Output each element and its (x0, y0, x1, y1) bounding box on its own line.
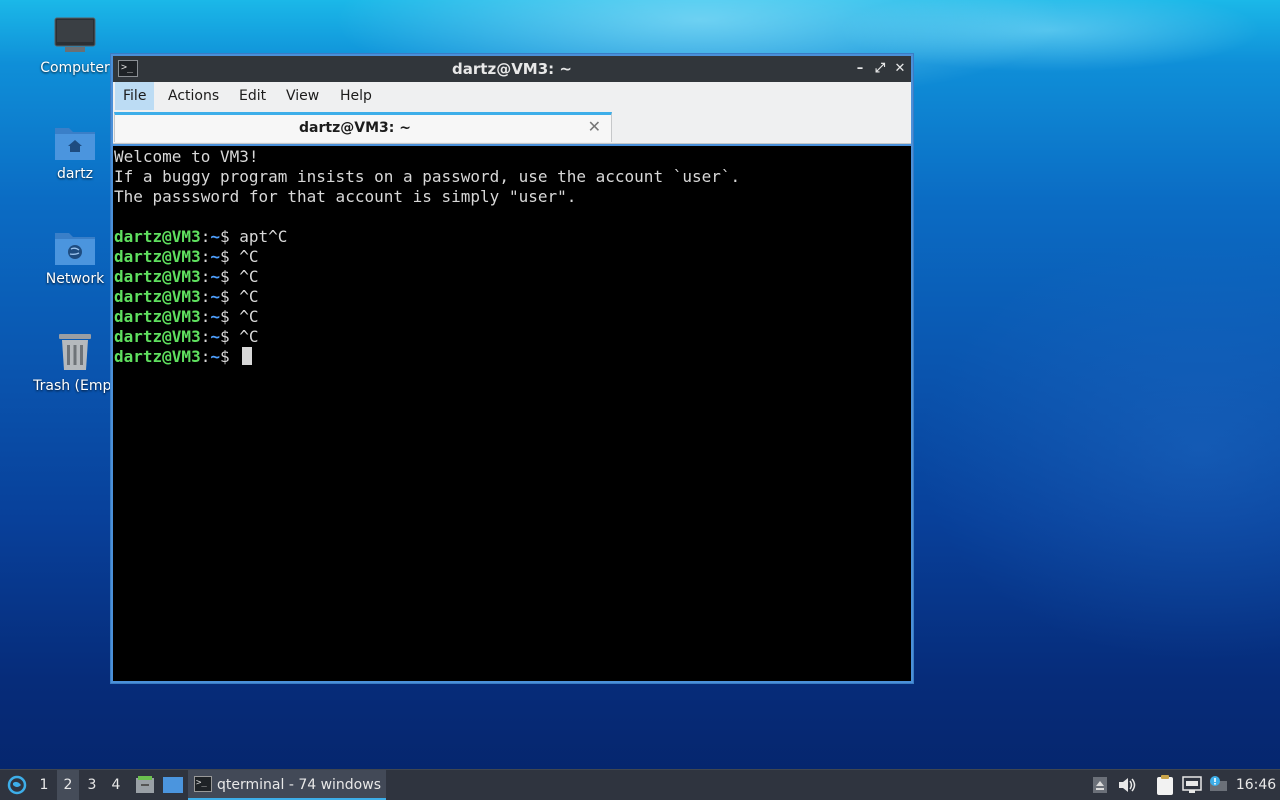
prompt-user: dartz@VM3 (114, 347, 201, 366)
desktop-icon (163, 777, 183, 793)
terminal-prompt-line: dartz@VM3:~$ ^C (114, 247, 911, 267)
window-title: dartz@VM3: ~ (452, 60, 572, 78)
tray-volume-button[interactable] (1116, 770, 1138, 800)
prompt-symbol: $ (219, 287, 240, 306)
prompt-path: ~ (210, 227, 220, 246)
network-folder-icon (55, 233, 95, 265)
menu-edit[interactable]: Edit (231, 82, 274, 110)
prompt-user: dartz@VM3 (114, 227, 201, 246)
taskbar: 1 2 3 4 >_ qterminal - 74 windows 16:46 (0, 769, 1280, 800)
home-folder-icon (55, 128, 95, 160)
menu-bar: File Actions Edit View Help (113, 82, 911, 110)
volume-icon (1119, 778, 1136, 792)
workspace-1[interactable]: 1 (33, 770, 55, 800)
prompt-user: dartz@VM3 (114, 307, 201, 326)
clock[interactable]: 16:46 (1234, 770, 1278, 800)
prompt-separator: : (200, 287, 211, 306)
window-titlebar[interactable]: >_ dartz@VM3: ~ – ⤢ ✕ (113, 56, 911, 82)
terminal-cursor (242, 347, 253, 365)
trash-icon (59, 334, 91, 370)
eject-icon (1093, 777, 1107, 793)
tab-close-icon[interactable]: ✕ (588, 117, 601, 136)
prompt-path: ~ (210, 247, 220, 266)
terminal-prompt-line: dartz@VM3:~$ apt^C (114, 227, 911, 247)
file-manager-launcher[interactable] (133, 770, 157, 800)
maximize-button[interactable]: ⤢ (871, 60, 889, 78)
prompt-symbol: $ (219, 247, 240, 266)
menu-actions[interactable]: Actions (160, 82, 227, 110)
update-notification-icon (1210, 776, 1227, 791)
terminal-line: The passsword for that account is simply… (114, 187, 577, 206)
terminal-prompt-line: dartz@VM3:~$ ^C (114, 287, 911, 307)
tray-notification-button[interactable] (1207, 770, 1229, 800)
prompt-separator: : (200, 227, 211, 246)
network-icon (1182, 776, 1202, 793)
prompt-separator: : (200, 347, 211, 366)
file-manager-icon (136, 776, 154, 793)
menu-view[interactable]: View (278, 82, 327, 110)
start-menu-button[interactable] (4, 770, 30, 800)
prompt-symbol: $ (219, 227, 240, 246)
taskbar-task-qterminal[interactable]: >_ qterminal - 74 windows (188, 770, 386, 800)
prompt-path: ~ (210, 307, 220, 326)
prompt-symbol: $ (219, 267, 240, 286)
prompt-separator: : (200, 307, 211, 326)
prompt-symbol: $ (219, 327, 240, 346)
workspace-3[interactable]: 3 (81, 770, 103, 800)
prompt-symbol: $ (219, 347, 240, 366)
workspace-2[interactable]: 2 (57, 770, 79, 800)
workspace-4[interactable]: 4 (105, 770, 127, 800)
prompt-user: dartz@VM3 (114, 247, 201, 266)
lxqt-logo-icon (7, 775, 27, 795)
terminal-prompt-line: dartz@VM3:~$ ^C (114, 267, 911, 287)
terminal-icon: >_ (194, 776, 212, 792)
prompt-path: ~ (210, 267, 220, 286)
tab-title: dartz@VM3: ~ (299, 120, 411, 136)
prompt-user: dartz@VM3 (114, 267, 201, 286)
terminal-prompt-line: dartz@VM3:~$ ^C (114, 327, 911, 347)
terminal-prompt-line: dartz@VM3:~$ ^C (114, 307, 911, 327)
prompt-path: ~ (210, 327, 220, 346)
task-label: qterminal - 74 windows (217, 777, 381, 793)
command-text: apt^C (239, 227, 288, 246)
tray-clipboard-button[interactable] (1154, 770, 1176, 800)
prompt-separator: : (200, 267, 211, 286)
tray-eject-button[interactable] (1090, 770, 1110, 800)
minimize-button[interactable]: – (851, 60, 869, 78)
clipboard-icon (1157, 775, 1173, 795)
command-text: ^C (239, 287, 259, 306)
command-text: ^C (239, 247, 259, 266)
computer-icon (54, 17, 96, 52)
tab-terminal[interactable]: dartz@VM3: ~ ✕ (114, 112, 612, 142)
prompt-path: ~ (210, 347, 220, 366)
terminal-line: Welcome to VM3! (114, 147, 259, 166)
tray-network-button[interactable] (1181, 770, 1203, 800)
terminal-output[interactable]: Welcome to VM3! If a buggy program insis… (113, 146, 911, 681)
prompt-symbol: $ (219, 307, 240, 326)
terminal-window: >_ dartz@VM3: ~ – ⤢ ✕ File Actions Edit … (110, 53, 914, 684)
menu-help[interactable]: Help (332, 82, 380, 110)
tab-bar: dartz@VM3: ~ ✕ (113, 110, 911, 144)
prompt-separator: : (200, 247, 211, 266)
command-text: ^C (239, 267, 259, 286)
command-text: ^C (239, 327, 259, 346)
prompt-user: dartz@VM3 (114, 287, 201, 306)
prompt-user: dartz@VM3 (114, 327, 201, 346)
terminal-prompt-line: dartz@VM3:~$ (114, 347, 911, 367)
command-text: ^C (239, 307, 259, 326)
prompt-separator: : (200, 327, 211, 346)
close-button[interactable]: ✕ (891, 60, 909, 78)
terminal-line: If a buggy program insists on a password… (114, 167, 741, 186)
menu-file[interactable]: File (115, 82, 155, 110)
show-desktop-button[interactable] (161, 770, 185, 800)
prompt-path: ~ (210, 287, 220, 306)
